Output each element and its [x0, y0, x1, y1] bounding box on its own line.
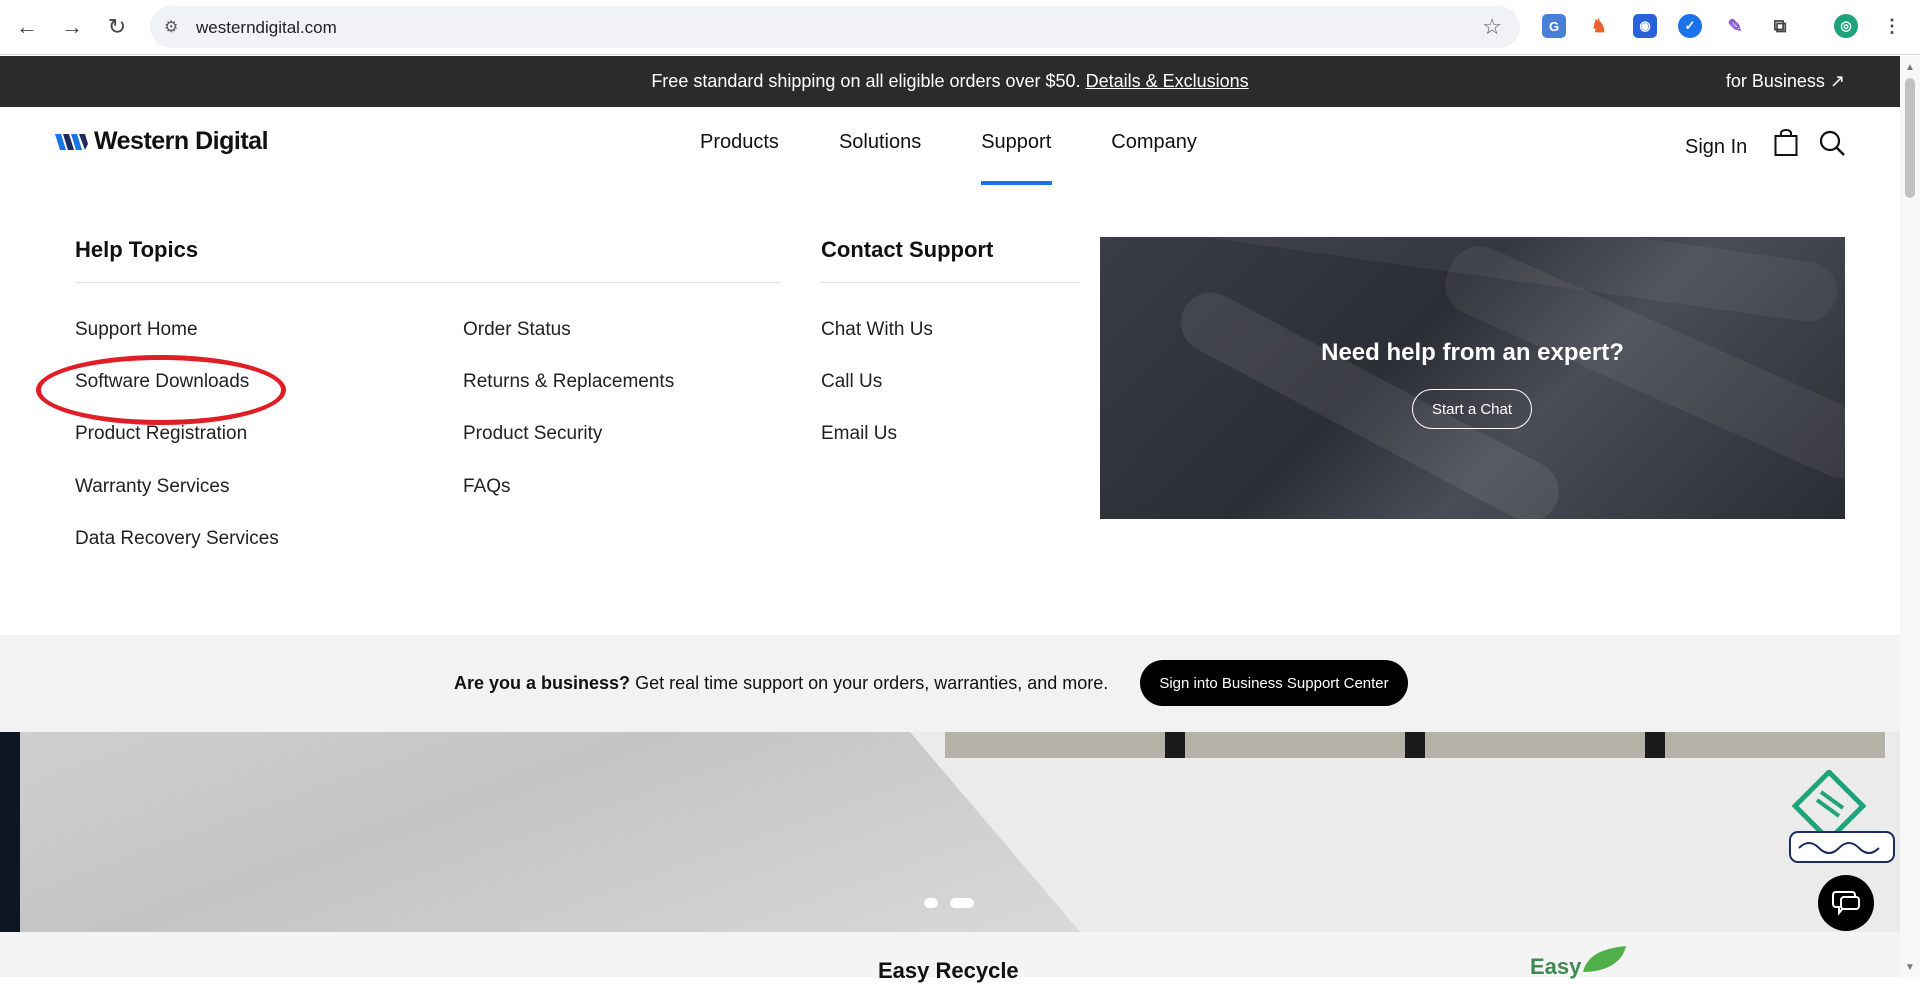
- menu-product-security[interactable]: Product Security: [463, 423, 602, 445]
- shopping-bag-icon[interactable]: [1774, 129, 1798, 157]
- nav-products[interactable]: Products: [700, 131, 779, 185]
- feather-icon[interactable]: ✎: [1723, 14, 1747, 38]
- screen-icon[interactable]: ◉: [1633, 14, 1657, 38]
- menu-returns-replacements[interactable]: Returns & Replacements: [463, 371, 674, 393]
- search-icon[interactable]: [1818, 129, 1846, 157]
- menu-email-us[interactable]: Email Us: [821, 423, 897, 445]
- carousel-dot-1[interactable]: [924, 898, 938, 908]
- menu-product-registration[interactable]: Product Registration: [75, 423, 247, 445]
- chat-icon: [1832, 891, 1860, 916]
- site-info-icon[interactable]: ⚙: [164, 17, 184, 37]
- menu-data-recovery[interactable]: Data Recovery Services: [75, 528, 279, 550]
- profile-icon[interactable]: ◎: [1834, 14, 1858, 38]
- easy-recycle-heading: Easy Recycle: [878, 958, 1019, 983]
- business-question: Are you a business?: [454, 673, 631, 693]
- scroll-down-icon[interactable]: ▼: [1905, 962, 1915, 973]
- hero-carousel: [0, 732, 1900, 932]
- page-scrollbar[interactable]: ▲ ▼: [1900, 56, 1920, 977]
- scroll-up-icon[interactable]: ▲: [1905, 62, 1915, 73]
- help-divider: [75, 282, 781, 283]
- main-nav: Products Solutions Support Company: [700, 131, 1197, 185]
- bottom-promo-strip: Easy Recycle Easy: [0, 932, 1900, 983]
- reload-icon[interactable]: ↻: [102, 12, 132, 42]
- easy-logo-text: Easy: [1530, 954, 1582, 979]
- details-exclusions-link[interactable]: Details & Exclusions: [1086, 71, 1249, 91]
- carousel-dot-2[interactable]: [950, 898, 974, 908]
- menu-faqs[interactable]: FAQs: [463, 476, 511, 498]
- menu-kebab-icon[interactable]: ⋮: [1880, 14, 1904, 38]
- start-chat-button[interactable]: Start a Chat: [1412, 389, 1532, 429]
- menu-warranty-services[interactable]: Warranty Services: [75, 476, 230, 498]
- floating-partner-badge-icon[interactable]: [1787, 770, 1897, 870]
- puzzle-chess-icon[interactable]: ♞: [1587, 14, 1611, 38]
- sign-in-link[interactable]: Sign In: [1685, 136, 1747, 159]
- url-text[interactable]: westerndigital.com: [196, 18, 337, 38]
- translate-icon[interactable]: G: [1542, 14, 1566, 38]
- business-support-signin-button[interactable]: Sign into Business Support Center: [1140, 660, 1408, 706]
- menu-call-us[interactable]: Call Us: [821, 371, 882, 393]
- support-mega-menu: Help Topics Support Home Software Downlo…: [0, 187, 1900, 635]
- extensions-icon[interactable]: ⧉: [1768, 14, 1792, 38]
- wd-logo-icon: [55, 133, 88, 150]
- forward-icon[interactable]: →: [57, 12, 87, 42]
- nav-solutions[interactable]: Solutions: [839, 131, 921, 185]
- address-bar[interactable]: ⚙ westerndigital.com ☆: [150, 6, 1520, 48]
- highlight-annotation: [36, 355, 286, 425]
- back-icon[interactable]: ←: [12, 12, 42, 42]
- help-topics-title: Help Topics: [75, 237, 199, 262]
- site-header: Western Digital Products Solutions Suppo…: [0, 107, 1900, 187]
- menu-support-home[interactable]: Support Home: [75, 319, 198, 341]
- menu-order-status[interactable]: Order Status: [463, 319, 571, 341]
- bookmark-star-icon[interactable]: ☆: [1482, 14, 1502, 40]
- brand-name: Western Digital: [94, 127, 269, 155]
- shipping-promo-bar: Free standard shipping on all eligible o…: [0, 56, 1900, 107]
- promo-text: Free standard shipping on all eligible o…: [651, 71, 1081, 91]
- browser-toolbar: ← → ↻ ⚙ westerndigital.com ☆ G ♞ ◉ ✓ ✎ ⧉…: [0, 0, 1920, 55]
- brand-logo[interactable]: Western Digital: [55, 127, 269, 156]
- chat-widget-button[interactable]: [1818, 875, 1874, 931]
- contact-divider: [821, 282, 1079, 283]
- check-badge-icon[interactable]: ✓: [1678, 14, 1702, 38]
- nav-support[interactable]: Support: [981, 131, 1053, 185]
- scroll-thumb[interactable]: [1905, 78, 1915, 198]
- expert-help-heading: Need help from an expert?: [1321, 339, 1624, 366]
- expert-help-card: Need help from an expert? Start a Chat: [1100, 237, 1845, 519]
- nav-company[interactable]: Company: [1111, 131, 1197, 185]
- for-business-link[interactable]: for Business ↗: [1726, 71, 1845, 92]
- business-text: Get real time support on your orders, wa…: [630, 673, 1109, 693]
- leaf-icon: [1583, 946, 1626, 972]
- contact-support-title: Contact Support: [821, 237, 994, 262]
- menu-chat-with-us[interactable]: Chat With Us: [821, 319, 933, 341]
- business-support-bar: Are you a business? Get real time suppor…: [0, 635, 1900, 732]
- hero-drives-image: [945, 732, 1885, 758]
